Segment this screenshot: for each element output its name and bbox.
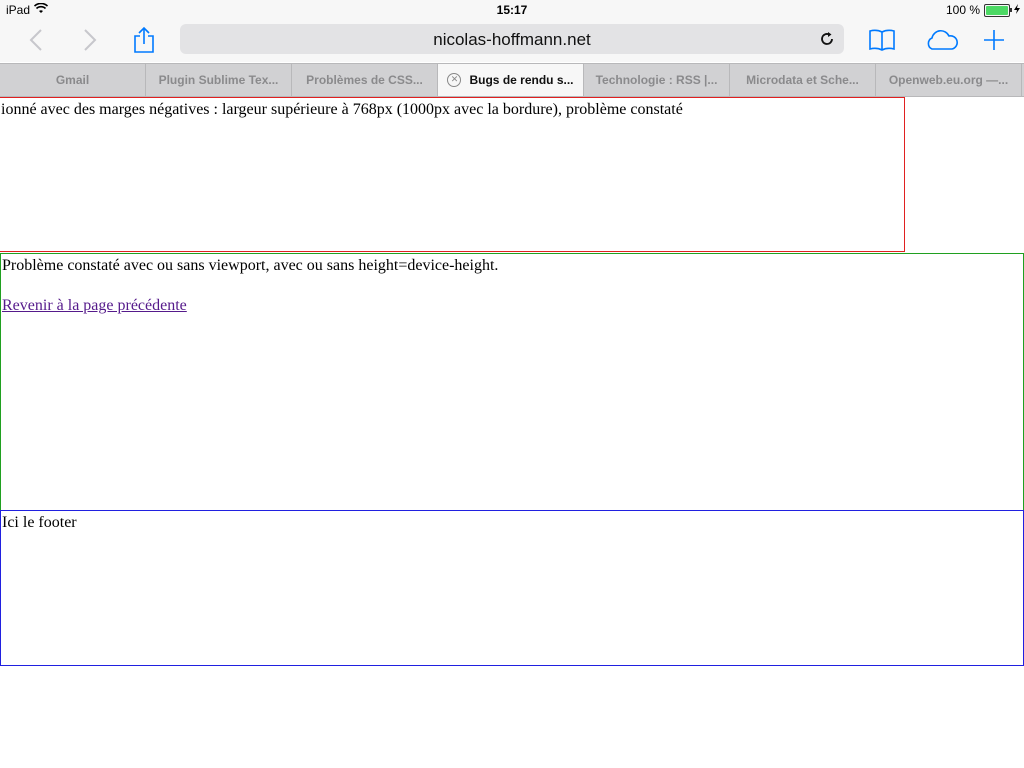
new-tab-button[interactable] <box>978 24 1010 56</box>
tab-plugin-sublime[interactable]: Plugin Sublime Tex... <box>146 64 292 96</box>
url-text: nicolas-hoffmann.net <box>433 30 591 49</box>
green-bordered-block: Problème constaté avec ou sans viewport,… <box>0 253 1024 511</box>
battery-icon <box>984 3 1012 17</box>
address-bar[interactable]: nicolas-hoffmann.net <box>180 24 844 54</box>
tab-label: Openweb.eu.org —... <box>888 73 1009 87</box>
reload-icon <box>821 32 833 45</box>
new-tab-icon <box>984 30 1004 50</box>
tab-bugs-de-rendu[interactable]: ✕ Bugs de rendu s... <box>438 64 584 96</box>
green-block-text: Problème constaté avec ou sans viewport,… <box>2 257 499 274</box>
forward-button[interactable] <box>74 24 106 56</box>
share-button[interactable] <box>128 24 160 56</box>
red-block-text: ionné avec des marges négatives : largeu… <box>1 101 683 118</box>
close-tab-icon[interactable]: ✕ <box>447 73 462 87</box>
tab-label: Technologie : RSS |... <box>595 73 718 87</box>
bookmarks-button[interactable] <box>866 24 898 56</box>
tab-label: Bugs de rendu s... <box>469 73 574 87</box>
tab-technologie-rss[interactable]: Technologie : RSS |... <box>584 64 730 96</box>
charging-icon <box>1014 3 1020 17</box>
page-content: ionné avec des marges négatives : largeu… <box>0 97 1024 768</box>
status-right: 100 % <box>946 3 1020 17</box>
tab-label: Microdata et Sche... <box>746 73 859 87</box>
status-bar: iPad 15:17 100 % <box>0 0 1024 20</box>
bookmarks-icon <box>869 29 895 51</box>
red-bordered-block: ionné avec des marges négatives : largeu… <box>0 97 905 252</box>
tab-label: Gmail <box>55 73 90 87</box>
tab-microdata[interactable]: Microdata et Sche... <box>730 64 876 96</box>
browser-toolbar: nicolas-hoffmann.net <box>0 20 1024 62</box>
tab-label: Plugin Sublime Tex... <box>158 73 279 87</box>
tab-gmail[interactable]: Gmail <box>0 64 146 96</box>
status-time: 15:17 <box>496 3 528 17</box>
footer-text: Ici le footer <box>2 514 77 531</box>
icloud-tabs-icon <box>927 30 958 50</box>
footer-block: Ici le footer <box>0 510 1024 666</box>
tab-openweb[interactable]: Openweb.eu.org —... <box>876 64 1022 96</box>
reload-button[interactable] <box>816 28 838 50</box>
back-button[interactable] <box>20 24 52 56</box>
forward-icon <box>84 29 97 51</box>
battery-percent: 100 % <box>945 3 980 17</box>
back-link[interactable]: Revenir à la page précédente <box>2 297 187 315</box>
share-icon <box>134 26 154 53</box>
tab-bar: Gmail Plugin Sublime Tex... Problèmes de… <box>0 63 1024 97</box>
tab-label: Problèmes de CSS... <box>306 73 423 87</box>
tab-problemes-css[interactable]: Problèmes de CSS... <box>292 64 438 96</box>
back-icon <box>29 29 42 51</box>
icloud-tabs-button[interactable] <box>922 24 962 56</box>
